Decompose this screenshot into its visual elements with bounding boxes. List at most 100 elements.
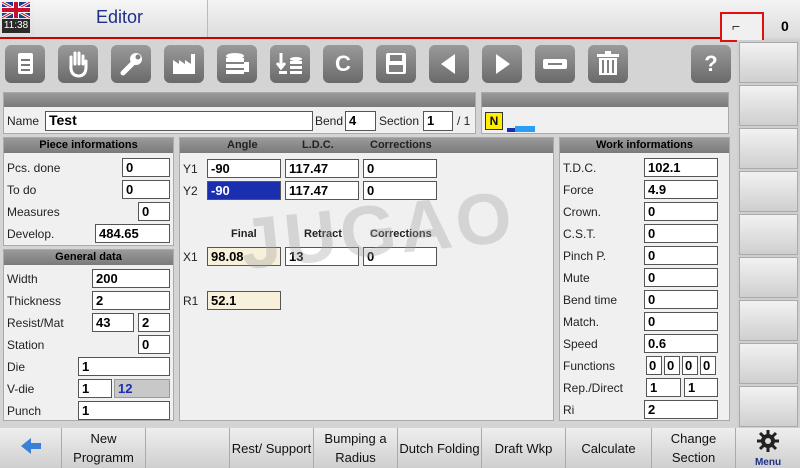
dutch-folding-button[interactable]: Dutch Folding (398, 428, 482, 468)
pinch-label: Pinch P. (563, 249, 607, 263)
side-button-3[interactable] (739, 128, 798, 169)
section-total: / 1 (457, 114, 471, 128)
resist-field[interactable]: 43 (92, 313, 134, 332)
hand-icon[interactable] (58, 45, 98, 83)
y1-label: Y1 (183, 162, 198, 176)
draft-wkp-button[interactable]: Draft Wkp (482, 428, 566, 468)
side-button-9[interactable] (739, 386, 798, 427)
match-label: Match. (563, 315, 600, 329)
side-button-4[interactable] (739, 171, 798, 212)
divider (0, 37, 736, 39)
section-input[interactable]: 1 (423, 111, 453, 131)
rep-direct-label: Rep./Direct (563, 381, 624, 395)
document-icon[interactable] (5, 45, 45, 83)
y2-angle-field[interactable]: -90 (207, 181, 281, 200)
width-label: Width (7, 272, 38, 286)
machine-status-indicator[interactable]: ⌐ (720, 12, 764, 42)
bend-time-field[interactable]: 0 (644, 290, 718, 309)
change-section-button[interactable]: Change Section (652, 428, 736, 468)
piece-panel: Piece informations Pcs. done 0 To do 0 M… (3, 137, 174, 246)
pinch-field[interactable]: 0 (644, 246, 718, 265)
tdc-label: T.D.C. (563, 161, 597, 175)
match-field[interactable]: 0 (644, 312, 718, 331)
die-label: Die (7, 360, 26, 374)
minus-icon[interactable] (535, 45, 575, 83)
mute-field[interactable]: 0 (644, 268, 718, 287)
die-field[interactable]: 1 (78, 357, 170, 376)
develop-field: 484.65 (95, 224, 170, 243)
clear-icon[interactable]: C (323, 45, 363, 83)
direct-field[interactable]: 1 (684, 378, 718, 397)
empty-button[interactable] (146, 428, 230, 468)
cst-label: C.S.T. (563, 227, 596, 241)
material-field[interactable]: 2 (138, 313, 170, 332)
rest-support-button[interactable]: Rest/ Support (230, 428, 314, 468)
work-panel: Work informations T.D.C. 102.1 Force 4.9… (559, 137, 730, 421)
mute-label: Mute (563, 271, 590, 285)
previous-icon[interactable] (429, 45, 469, 83)
bumping-radius-button[interactable]: Bumping a Radius (314, 428, 398, 468)
corrections-header: Corrections (370, 139, 432, 151)
force-field[interactable]: 4.9 (644, 180, 718, 199)
force-label: Force (563, 183, 594, 197)
vdie-width-field: 12 (114, 379, 170, 398)
trash-icon[interactable] (588, 45, 628, 83)
menu-button[interactable]: Menu (736, 428, 800, 468)
function-1-field[interactable]: 0 (646, 356, 662, 375)
save-icon[interactable] (376, 45, 416, 83)
side-button-7[interactable] (739, 300, 798, 341)
help-icon[interactable]: ? (691, 45, 731, 83)
to-do-field[interactable]: 0 (122, 180, 170, 199)
r1-field[interactable]: 52.1 (207, 291, 281, 310)
calculate-button[interactable]: Calculate (566, 428, 652, 468)
side-button-2[interactable] (739, 85, 798, 126)
factory-icon[interactable] (164, 45, 204, 83)
crown-field[interactable]: 0 (644, 202, 718, 221)
x1-label: X1 (183, 250, 198, 264)
pcs-done-label: Pcs. done (7, 161, 61, 175)
rep-field[interactable]: 1 (646, 378, 681, 397)
panel-header (482, 93, 728, 107)
ri-field[interactable]: 2 (644, 400, 718, 419)
side-button-6[interactable] (739, 257, 798, 298)
name-label: Name (7, 114, 40, 128)
y1-angle-field[interactable]: -90 (207, 159, 281, 178)
thickness-field[interactable]: 2 (92, 291, 170, 310)
station-field[interactable]: 0 (138, 335, 170, 354)
clock: 11:38 (2, 19, 30, 33)
wrench-icon[interactable] (111, 45, 151, 83)
back-button[interactable] (0, 428, 62, 468)
name-panel: Name Test Bend 4 Section 1 / 1 (3, 92, 476, 134)
database-icon[interactable] (217, 45, 257, 83)
punch-field[interactable]: 1 (78, 401, 170, 420)
y1-corrections-field[interactable]: 0 (363, 159, 437, 178)
speed-field[interactable]: 0.6 (644, 334, 718, 353)
next-icon[interactable] (482, 45, 522, 83)
vdie-field[interactable]: 1 (78, 379, 112, 398)
side-button-8[interactable] (739, 343, 798, 384)
uk-flag-icon[interactable] (2, 2, 30, 18)
new-programm-button[interactable]: New Programm (62, 428, 146, 468)
function-3-field[interactable]: 0 (682, 356, 698, 375)
to-do-label: To do (7, 183, 37, 197)
tdc-field[interactable]: 102.1 (644, 158, 718, 177)
function-4-field[interactable]: 0 (700, 356, 716, 375)
punch-label: Punch (7, 404, 42, 418)
side-button-1[interactable] (739, 42, 798, 83)
function-2-field[interactable]: 0 (664, 356, 680, 375)
width-field[interactable]: 200 (92, 269, 170, 288)
name-input[interactable]: Test (45, 111, 313, 131)
pcs-done-field[interactable]: 0 (122, 158, 170, 177)
import-icon[interactable] (270, 45, 310, 83)
measures-field[interactable]: 0 (138, 202, 170, 221)
panel-header (4, 93, 475, 107)
y1-ldc-field[interactable]: 117.47 (285, 159, 359, 178)
y2-label: Y2 (183, 184, 198, 198)
section-label: Section (379, 114, 420, 128)
side-button-5[interactable] (739, 214, 798, 255)
bend-input[interactable]: 4 (345, 111, 376, 131)
language-clock[interactable]: 11:38 (0, 0, 32, 36)
develop-label: Develop. (7, 227, 55, 241)
cst-field[interactable]: 0 (644, 224, 718, 243)
page-title: Editor (96, 7, 144, 27)
